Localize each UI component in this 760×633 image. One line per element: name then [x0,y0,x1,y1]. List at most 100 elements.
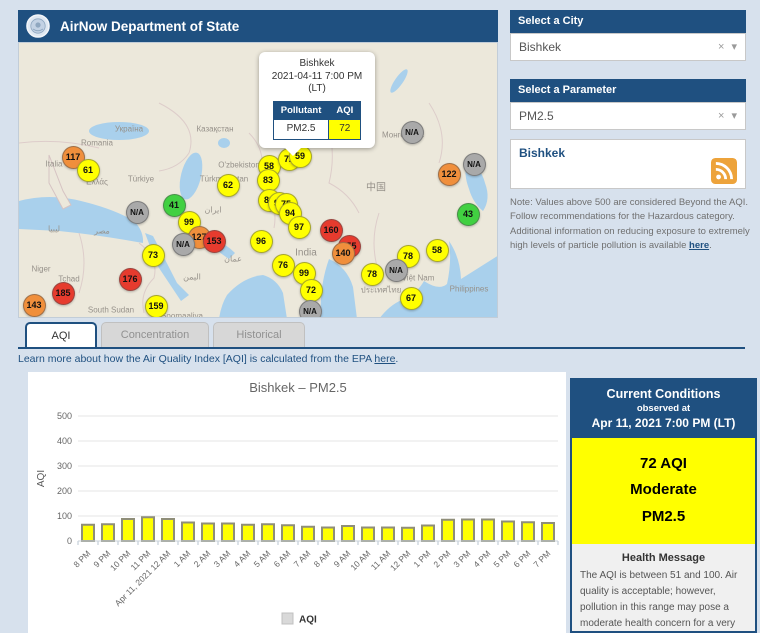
city-select[interactable]: Bishkek × ▾ [510,33,746,61]
tab-underline [18,347,745,349]
y-tick-label: 400 [57,436,72,446]
bar[interactable] [302,527,314,541]
aqi-bar-chart: Bishkek – PM2.50100200300400500AQI8 PM9 … [30,374,565,632]
parameter-select[interactable]: PM2.5 × ▾ [510,102,746,130]
y-tick-label: 0 [67,536,72,546]
aqi-marker[interactable]: 58 [426,239,449,262]
bar[interactable] [102,524,114,541]
bar[interactable] [402,528,414,541]
x-tick-label: 11 AM [369,548,393,572]
tab-aqi[interactable]: AQI [25,322,97,347]
y-tick-label: 500 [57,411,72,421]
aqi-marker[interactable]: 76 [272,254,295,277]
popup-city: Bishkek [264,58,370,71]
x-tick-label: 2 PM [431,548,452,569]
bar[interactable] [182,523,194,542]
aqi-category: Moderate [572,477,755,503]
tab-concentration-label: Concentration [121,329,190,341]
aqi-marker[interactable]: 61 [77,159,100,182]
x-tick-label: 2 AM [192,548,213,569]
aqi-note: Note: Values above 500 are considered Be… [510,196,752,253]
current-conditions-header: Current Conditions observed at Apr 11, 2… [572,380,755,438]
x-tick-label: 3 AM [212,548,233,569]
aqi-marker[interactable]: 97 [288,216,311,239]
aqi-marker[interactable]: 96 [250,230,273,253]
bar[interactable] [542,523,554,541]
tab-aqi-label: AQI [52,330,71,342]
aqi-marker[interactable]: 43 [457,203,480,226]
aqi-marker[interactable]: N/A [463,153,486,176]
bar[interactable] [222,524,234,542]
popup-pollutant-value: PM2.5 [273,120,329,140]
bar[interactable] [522,522,534,541]
aqi-marker[interactable]: N/A [385,259,408,282]
aqi-marker[interactable]: 72 [300,279,323,302]
aqi-marker[interactable]: 122 [438,163,461,186]
popup-table: Pollutant AQI PM2.5 72 [273,101,362,140]
x-tick-label: 4 AM [232,548,253,569]
aqi-marker[interactable]: N/A [299,300,322,319]
x-tick-label: 4 PM [471,548,492,569]
aqi-marker[interactable]: 160 [320,219,343,242]
aqi-marker[interactable]: N/A [401,121,424,144]
aqi-marker[interactable]: 73 [142,244,165,267]
bar[interactable] [502,522,514,542]
rss-feed-icon[interactable] [711,158,737,189]
learn-more-link[interactable]: here [374,353,395,365]
x-tick-label: 1 PM [411,548,432,569]
bar[interactable] [142,517,154,541]
select-city-header: Select a City [510,10,746,33]
bar[interactable] [362,528,374,542]
bar[interactable] [382,528,394,542]
x-tick-label: 5 PM [491,548,512,569]
tab-historical[interactable]: Historical [213,322,305,347]
x-tick-label: 10 AM [348,548,372,572]
x-tick-label: 6 AM [272,548,293,569]
bar[interactable] [122,519,134,541]
observed-at-datetime: Apr 11, 2021 7:00 PM (LT) [576,416,751,430]
aqi-marker[interactable]: 78 [361,263,384,286]
aqi-marker[interactable]: N/A [172,233,195,256]
aqi-map[interactable]: УкраїнаКазақстанRomaniaItaliaTürkiyeΕλλά… [18,42,498,318]
bar[interactable] [462,520,474,542]
current-conditions-panel: Current Conditions observed at Apr 11, 2… [570,378,757,633]
note-link[interactable]: here [689,240,709,251]
x-tick-label: 10 PM [108,548,132,572]
bar[interactable] [242,525,254,541]
bar[interactable] [162,519,174,541]
aqi-marker[interactable]: 67 [400,287,423,310]
y-tick-label: 300 [57,461,72,471]
aqi-marker[interactable]: 140 [332,242,355,265]
aqi-marker[interactable]: 153 [203,230,226,253]
x-tick-label: 5 AM [252,548,273,569]
bar[interactable] [482,520,494,542]
aqi-marker[interactable]: 62 [217,174,240,197]
learn-more-text: Learn more about how the Air Quality Ind… [18,353,518,365]
dept-of-state-seal-icon [26,14,50,38]
aqi-marker[interactable]: 176 [119,268,142,291]
bar[interactable] [342,526,354,541]
bar[interactable] [282,525,294,541]
aqi-marker[interactable]: 185 [52,282,75,305]
parameter-caret-icon[interactable]: ▾ [731,103,737,129]
feed-box: Bishkek [510,139,746,189]
bar[interactable] [262,524,274,541]
city-clear-icon[interactable]: × [718,34,724,60]
bar[interactable] [422,526,434,542]
bar[interactable] [82,525,94,541]
airnow-page: AirNow Department of State [0,0,760,633]
aqi-marker[interactable]: N/A [126,201,149,224]
bar[interactable] [202,524,214,542]
parameter-clear-icon[interactable]: × [718,103,724,129]
aqi-marker[interactable]: 159 [145,295,168,318]
aqi-marker[interactable]: 143 [23,294,46,317]
observed-at-label: observed at [576,403,751,414]
health-message-text: The AQI is between 51 and 100. Air quali… [572,568,755,633]
popup-aqi-value: 72 [329,120,361,140]
tab-concentration[interactable]: Concentration [101,322,209,347]
map-popup: Bishkek 2021-04-11 7:00 PM (LT) Pollutan… [259,52,375,148]
bar[interactable] [322,528,334,542]
feed-city-label: Bishkek [519,146,565,160]
bar[interactable] [442,520,454,541]
city-caret-icon[interactable]: ▾ [731,34,737,60]
